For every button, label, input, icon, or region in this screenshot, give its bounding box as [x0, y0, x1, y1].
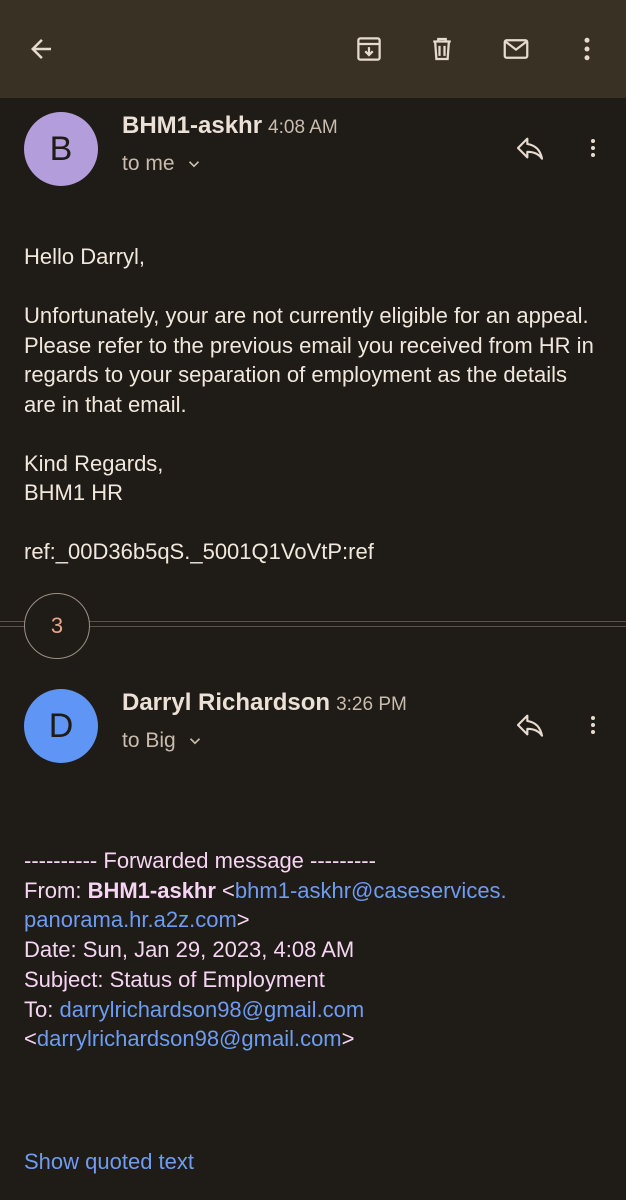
- show-quoted-text-link[interactable]: Show quoted text: [24, 1149, 194, 1175]
- recipient-label: to Big: [122, 729, 176, 752]
- trash-icon: [433, 37, 451, 61]
- recipient-details-toggle[interactable]: to me: [122, 152, 203, 176]
- closing-line: Kind Regards,: [24, 450, 164, 476]
- angle-open: <: [24, 1026, 37, 1052]
- back-arrow-icon: [31, 39, 51, 59]
- closing: Kind Regards, BHM1 HR: [24, 449, 604, 508]
- mail-icon: [503, 39, 529, 59]
- body-paragraph: Unfortunately, your are not currently el…: [24, 303, 594, 417]
- thread-divider: [0, 621, 626, 627]
- from-label: From:: [24, 877, 88, 903]
- reply-button[interactable]: [508, 703, 552, 747]
- angle-close: >: [341, 1026, 355, 1052]
- message-more-button[interactable]: [576, 703, 610, 747]
- more-vert-icon: [584, 37, 590, 61]
- forward-subject: Subject: Status of Employment: [24, 966, 325, 992]
- chevron-down-icon: [188, 161, 199, 168]
- forward-date: Date: Sun, Jan 29, 2023, 4:08 AM: [24, 937, 355, 963]
- collapsed-messages-count[interactable]: 3: [24, 593, 90, 659]
- sender-name-text: Darryl Richardson: [122, 689, 331, 716]
- greeting: Hello Darryl,: [24, 244, 146, 269]
- more-vert-icon: [591, 139, 595, 157]
- chevron-down-icon: [189, 738, 200, 745]
- forward-to-cont: <darrylrichardson98@gmail.com>: [24, 1024, 604, 1054]
- from-name: BHM1-askhr: [87, 877, 216, 903]
- reference-id: ref:_00D36b5qS._5001Q1VoVtP:ref: [24, 539, 374, 564]
- more-vert-icon: [591, 716, 595, 734]
- to-label: To:: [24, 996, 60, 1022]
- reply-button[interactable]: [508, 126, 552, 170]
- to-email-link-2[interactable]: darrylrichardson98@gmail.com: [37, 1026, 342, 1051]
- more-options-button[interactable]: [564, 26, 610, 72]
- message-body-1: Hello Darryl, Unfortunately, your are no…: [24, 242, 604, 596]
- forward-from-cont: panorama.hr.a2z.com>: [24, 905, 604, 935]
- avatar[interactable]: B: [24, 112, 98, 186]
- message-header-2[interactable]: D Darryl Richardson 3:26 PM to Big: [0, 675, 626, 765]
- message-header-1[interactable]: B BHM1-askhr 4:08 AM to me: [0, 98, 626, 188]
- sender-name-text: BHM1-askhr: [122, 112, 263, 139]
- delete-button[interactable]: [419, 26, 465, 72]
- to-email-link[interactable]: darrylrichardson98@gmail.com: [59, 997, 364, 1022]
- from-email-link-cont[interactable]: panorama.hr.a2z.com: [24, 907, 237, 932]
- signature: BHM1 HR: [24, 480, 124, 505]
- message-time: 4:08 AM: [268, 117, 338, 138]
- forward-from: From: BHM1-askhr <bhm1-askhr@caseservice…: [24, 876, 604, 906]
- archive-icon: [357, 37, 381, 61]
- reply-icon: [516, 714, 544, 737]
- sender-name: Darryl Richardson 3:26 PM: [122, 689, 407, 717]
- forward-header: ---------- Forwarded message ---------: [24, 848, 376, 873]
- message-time: 3:26 PM: [336, 694, 407, 715]
- recipient-details-toggle[interactable]: to Big: [122, 729, 204, 753]
- sender-name: BHM1-askhr 4:08 AM: [122, 112, 338, 140]
- archive-button[interactable]: [346, 26, 392, 72]
- back-button[interactable]: [18, 26, 64, 72]
- top-app-bar: [0, 0, 626, 98]
- message-more-button[interactable]: [576, 126, 610, 170]
- avatar[interactable]: D: [24, 689, 98, 763]
- angle-close: >: [236, 907, 250, 933]
- from-email-link[interactable]: bhm1-askhr@caseservices.: [235, 878, 507, 903]
- mark-unread-button[interactable]: [493, 26, 539, 72]
- recipient-label: to me: [122, 152, 175, 175]
- forward-to: To: darrylrichardson98@gmail.com: [24, 995, 604, 1025]
- forwarded-message: ---------- Forwarded message --------- F…: [24, 846, 604, 1054]
- angle-open: <: [215, 877, 235, 903]
- reply-icon: [516, 137, 544, 160]
